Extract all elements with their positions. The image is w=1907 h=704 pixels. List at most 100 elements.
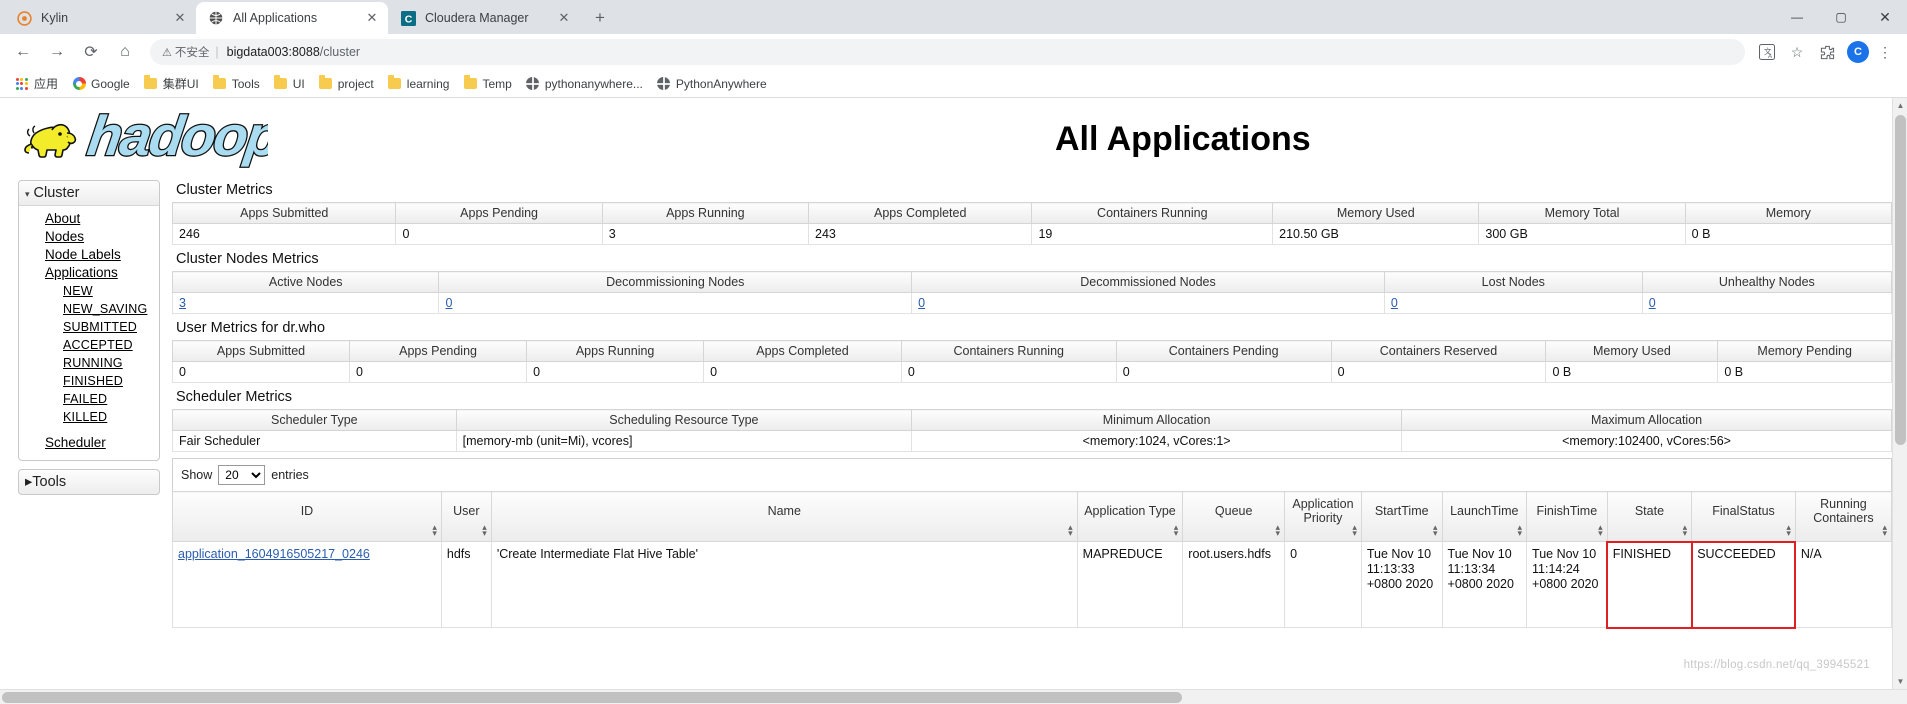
cell-finishtime: Tue Nov 10 11:14:24 +0800 2020 <box>1526 541 1608 628</box>
sidebar-item-new[interactable]: NEW <box>19 282 159 300</box>
browser-tab-kylin[interactable]: Kylin ✕ <box>4 2 196 34</box>
col-finalstatus[interactable]: FinalStatus ▴ ▾ <box>1691 491 1796 542</box>
sidebar-item-finished[interactable]: FINISHED <box>19 372 159 390</box>
sidebar-item-new-saving[interactable]: NEW_SAVING <box>19 300 159 318</box>
sidebar-item-nodes[interactable]: Nodes <box>19 228 159 246</box>
security-warning-label: 不安全 <box>174 47 210 59</box>
show-label: Show <box>181 468 213 482</box>
table-row[interactable]: application_1604916505217_0246 hdfs 'Cre… <box>172 540 1892 629</box>
bookmark-project[interactable]: project <box>312 75 381 91</box>
bookmark-ui[interactable]: UI <box>267 75 312 91</box>
bookmark-google[interactable]: Google <box>65 77 137 91</box>
star-icon[interactable]: ☆ <box>1783 38 1811 66</box>
col-queue[interactable]: Queue ▴ ▾ <box>1182 491 1286 542</box>
svg-text:C: C <box>404 13 412 25</box>
page-size-select[interactable]: 2050100 <box>218 465 266 485</box>
col-user[interactable]: User ▴ ▾ <box>440 491 492 542</box>
horizontal-scrollbar[interactable] <box>0 689 1907 704</box>
cell-decommissioning-nodes-link[interactable]: 0 <box>445 296 452 310</box>
col-launchtime[interactable]: LaunchTime ▴ ▾ <box>1441 491 1528 542</box>
close-icon[interactable]: ✕ <box>556 10 572 26</box>
datatable-controls: Show 2050100 entries <box>172 458 1892 491</box>
cell-user-memory-pending: 0 B <box>1717 361 1892 383</box>
sidebar-item-accepted[interactable]: ACCEPTED <box>19 336 159 354</box>
sort-icon[interactable]: ▴ ▾ <box>1786 523 1791 538</box>
bookmark-temp[interactable]: Temp <box>456 75 518 91</box>
browser-tab-cloudera-manager[interactable]: C Cloudera Manager ✕ <box>388 2 580 34</box>
bookmark-cluster-ui[interactable]: 集群UI <box>137 75 206 92</box>
sort-icon[interactable]: ▴ ▾ <box>1598 523 1603 538</box>
bookmark-apps[interactable]: 应用 <box>8 75 65 92</box>
col-name[interactable]: Name ▴ ▾ <box>490 491 1078 542</box>
window-close-button[interactable]: ✕ <box>1863 1 1907 33</box>
page-title: All Applications <box>1055 120 1311 158</box>
cell-lost-nodes-link[interactable]: 0 <box>1391 296 1398 310</box>
bookmark-pythonanywhere-short[interactable]: pythonanywhere... <box>519 77 650 91</box>
scroll-up-icon[interactable]: ▲ <box>1893 98 1907 113</box>
sort-icon[interactable]: ▴ ▾ <box>1174 523 1179 538</box>
bookmark-pythonanywhere[interactable]: PythonAnywhere <box>650 77 774 91</box>
vertical-scroll-thumb[interactable] <box>1895 115 1906 445</box>
maximize-button[interactable]: ▢ <box>1819 1 1863 33</box>
cell-maximum-allocation: <memory:102400, vCores:56> <box>1401 430 1892 452</box>
sidebar-item-failed[interactable]: FAILED <box>19 390 159 408</box>
forward-button[interactable]: → <box>42 37 72 67</box>
sort-icon[interactable]: ▴ ▾ <box>1276 523 1281 538</box>
col-user-apps-completed: Apps Completed <box>703 340 902 362</box>
cell-unhealthy-nodes-link[interactable]: 0 <box>1649 296 1656 310</box>
sidebar-item-node-labels[interactable]: Node Labels <box>19 246 159 264</box>
back-button[interactable]: ← <box>8 37 38 67</box>
sort-icon[interactable]: ▴ ▾ <box>432 523 437 538</box>
sort-icon[interactable]: ▴ ▾ <box>482 523 487 538</box>
application-id-link[interactable]: application_1604916505217_0246 <box>178 547 370 561</box>
sidebar-item-killed[interactable]: KILLED <box>19 408 159 426</box>
col-starttime[interactable]: StartTime ▴ ▾ <box>1360 491 1443 542</box>
browser-tab-strip: Kylin ✕ All Applications ✕ C Cloudera Ma… <box>0 0 1907 34</box>
col-running-containers[interactable]: Running Containers ▴ ▾ <box>1794 491 1892 542</box>
sidebar-item-applications[interactable]: Applications <box>19 264 159 282</box>
cell-user-apps-running: 0 <box>526 361 705 383</box>
sidebar-item-submitted[interactable]: SUBMITTED <box>19 318 159 336</box>
bookmark-tools[interactable]: Tools <box>206 75 267 91</box>
home-button[interactable]: ⌂ <box>110 37 140 67</box>
sidebar-item-scheduler[interactable]: Scheduler <box>19 434 159 452</box>
scheduler-metrics-title: Scheduler Metrics <box>176 389 293 405</box>
sidebar-item-running[interactable]: RUNNING <box>19 354 159 372</box>
sidebar-section-tools[interactable]: ▸Tools <box>18 469 160 495</box>
close-icon[interactable]: ✕ <box>172 10 188 26</box>
col-id[interactable]: ID ▴ ▾ <box>172 491 442 542</box>
kebab-menu-icon[interactable]: ⋮ <box>1871 38 1899 66</box>
sort-icon[interactable]: ▴ ▾ <box>1352 523 1357 538</box>
address-bar[interactable]: ⚠ 不安全 | bigdata003:8088/cluster <box>150 39 1745 65</box>
yarn-resourcemanager-page: hadoop All Applications ▾Cluster About <box>0 98 1892 689</box>
puzzle-icon[interactable] <box>1813 38 1841 66</box>
sort-icon[interactable]: ▴ ▾ <box>1882 523 1887 538</box>
profile-avatar[interactable]: C <box>1847 41 1869 63</box>
sort-icon[interactable]: ▴ ▾ <box>1683 523 1688 538</box>
sort-icon[interactable]: ▴ ▾ <box>1518 523 1523 538</box>
col-state[interactable]: State ▴ ▾ <box>1606 491 1693 542</box>
scroll-down-icon[interactable]: ▼ <box>1893 674 1907 689</box>
cell-decommissioned-nodes-link[interactable]: 0 <box>918 296 925 310</box>
horizontal-scroll-thumb[interactable] <box>2 692 1182 703</box>
sidebar-item-about[interactable]: About <box>19 210 159 228</box>
sort-icon[interactable]: ▴ ▾ <box>1433 523 1438 538</box>
security-warning[interactable]: ⚠ 不安全 <box>162 44 209 60</box>
bookmark-learning[interactable]: learning <box>381 75 457 91</box>
translate-icon[interactable]: 文 A <box>1753 38 1781 66</box>
close-icon[interactable]: ✕ <box>364 10 380 26</box>
sidebar-cluster-header[interactable]: ▾ Cluster <box>19 181 159 206</box>
col-application-priority[interactable]: Application Priority ▴ ▾ <box>1284 491 1362 542</box>
browser-tab-all-applications[interactable]: All Applications ✕ <box>196 2 388 34</box>
cell-memory-total: 300 GB <box>1478 223 1686 245</box>
new-tab-button[interactable]: + <box>586 4 614 32</box>
col-application-type[interactable]: Application Type ▴ ▾ <box>1076 491 1184 542</box>
reload-button[interactable]: ⟳ <box>76 37 106 67</box>
minimize-button[interactable]: — <box>1775 1 1819 33</box>
cell-active-nodes-link[interactable]: 3 <box>179 296 186 310</box>
window-controls: — ▢ ✕ <box>1775 0 1907 34</box>
cell-running-containers: N/A <box>1794 541 1892 628</box>
vertical-scrollbar[interactable]: ▲ ▼ <box>1892 98 1907 689</box>
sort-icon[interactable]: ▴ ▾ <box>1068 523 1073 538</box>
col-finishtime[interactable]: FinishTime ▴ ▾ <box>1526 491 1608 542</box>
